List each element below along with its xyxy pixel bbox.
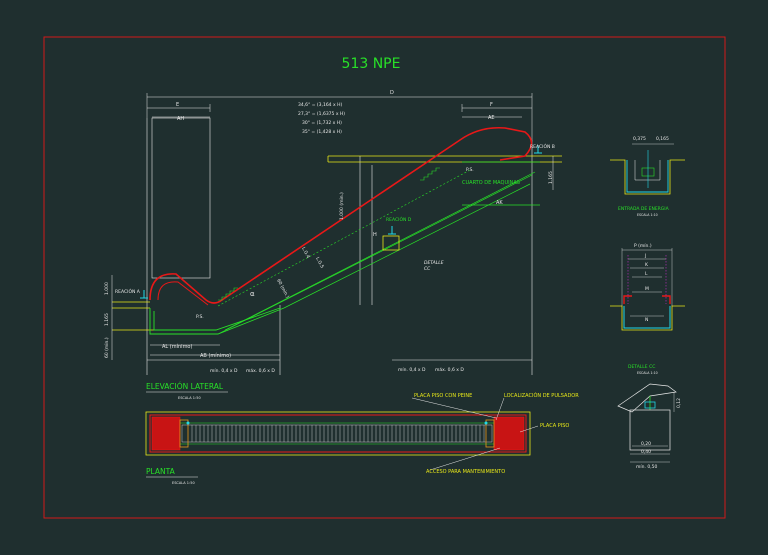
al-min-label: AL (mínimo) [162, 343, 192, 350]
detail-l: L [645, 271, 648, 277]
dim-1165-left: 1.165 [104, 313, 110, 326]
ak-label: AK [496, 200, 503, 206]
reaction-d-label: REACIÓN D [386, 216, 412, 223]
upper-floor-slab [327, 155, 562, 163]
ps-bottom-label: P.S. [196, 314, 204, 320]
dim-e: E [176, 102, 179, 108]
plan-caption: PLANTA [146, 467, 176, 476]
reaction-markers [140, 145, 542, 299]
detail-cc-dim-40: 0,40 [641, 449, 651, 455]
plan-scale: ESCALA 1:50 [172, 481, 195, 485]
detail-energy-dim-b: 0,165 [656, 136, 669, 142]
dim-ae: AE [488, 115, 495, 121]
detail-k: K [645, 262, 649, 268]
detail-n: N [645, 317, 648, 323]
plan-label-plate: PLACA PISO [540, 423, 569, 429]
detail-cc-scale: ESCALA 1:10 [637, 371, 658, 375]
step-band [217, 169, 471, 307]
max-06d-right: máx. 0,6 x D [435, 366, 464, 373]
detail-energy-dim-a: 0,375 [633, 136, 646, 142]
detail-p-min: P (mín.) [634, 242, 652, 249]
detalle-sub-label: CC [424, 266, 431, 272]
elevation-caption: ELEVACIÓN LATERAL [146, 382, 224, 391]
h-label: H [373, 232, 377, 238]
dim-1165-right: 1.165 [548, 171, 554, 184]
detail-energy-scale: ESCALA 1:10 [637, 213, 658, 217]
machine-room-label: CUARTO DE MAQUINAS [462, 180, 520, 186]
dim-60-left: 60 (min.) [104, 337, 110, 358]
detail-j: J [644, 253, 646, 259]
diag-label-3: 60 (min.) [275, 278, 290, 299]
min-04d-right: mín. 0,4 x D [398, 366, 426, 373]
detail-cc-dim-20: 0,20 [641, 441, 651, 447]
dim-f: F [490, 102, 493, 108]
formula-1: 34,6° = (3,164 x H) [298, 102, 342, 108]
detalle-label: DETALLE [424, 260, 444, 266]
detail-energy [610, 143, 685, 195]
detail-cc-dim-50: mín. 0,50 [636, 463, 658, 470]
elevation-scale: ESCALA 1:50 [178, 396, 201, 400]
reaction-a-label: REACIÓN A [115, 288, 141, 295]
plan-label-button: LOCALIZACIÓN DE PULSADOR [504, 392, 579, 399]
drawing-canvas: 513 NPE D E F AH AE 34,6° = (3,164 x H) … [43, 36, 726, 519]
lower-pit [149, 307, 285, 335]
min-04d-left: mín. 0,4 x D [210, 367, 238, 374]
dim-d: D [390, 90, 394, 96]
structure-lines [146, 117, 533, 375]
escalator-truss [217, 161, 540, 335]
max-06d-left: máx. 0,6 x D [246, 367, 275, 374]
formula-4: 35° = (1,428 x H) [302, 129, 342, 135]
ps-top-label: P.S. [466, 167, 474, 173]
handrail-inner [157, 281, 209, 306]
dim-ah: AH [177, 116, 184, 122]
ab-min-label: AB (mínimo) [200, 352, 231, 359]
dim-1000-diag: 1.000 (min.) [339, 192, 345, 220]
dim-1000-left: 1.000 [104, 282, 110, 295]
plan-view [145, 411, 531, 456]
detail-m: M [645, 286, 649, 292]
detail-cc-caption: DETALLE CC [628, 364, 655, 370]
formula-2: 27,3° = (1,6375 x H) [298, 111, 345, 117]
formula-3: 30° = (1,732 x H) [302, 120, 342, 126]
plan-label-plate-comb: PLACA PISO CON PEINE [414, 393, 472, 399]
plan-label-access: ACCESO PARA MANTENIMIENTO [426, 469, 505, 475]
diag-label-1: L.G.4 [300, 246, 311, 259]
drawing-title: 513 NPE [342, 56, 401, 72]
alpha-label: α [250, 290, 255, 298]
vertical-dims [111, 156, 554, 360]
detail-cc-dim-side: 0,12 [676, 398, 682, 408]
reaction-b-label: REACIÓN B [530, 143, 555, 150]
diag-label-2: L.G.5 [314, 256, 325, 269]
detail-energy-caption: ENTRADA DE ENERGIA [618, 206, 670, 212]
